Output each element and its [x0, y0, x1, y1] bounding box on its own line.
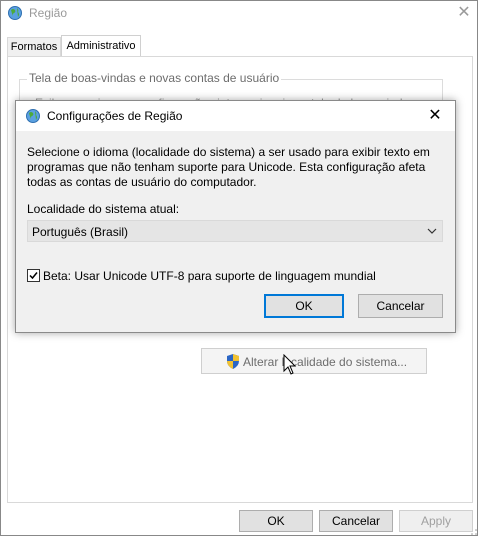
dialog-ok-button[interactable]: OK [264, 294, 344, 318]
dialog-cancel-button[interactable]: Cancelar [358, 294, 443, 318]
ok-button[interactable]: OK [239, 510, 313, 532]
message-line: programas que não tenham suporte para Un… [27, 160, 426, 174]
apply-button[interactable]: Apply [399, 510, 473, 532]
selected-locale-value: Português (Brasil) [32, 225, 129, 239]
mouse-cursor-icon [283, 354, 297, 375]
group-legend: Tela de boas-vindas e novas contas de us… [27, 71, 282, 85]
close-icon: ✕ [457, 4, 471, 21]
dialog-close-button[interactable]: ✕ [422, 105, 448, 127]
dialog-title-bar: Configurações de Região ✕ [16, 101, 455, 131]
cancel-button[interactable]: Cancelar [319, 510, 393, 532]
dialog-body: Selecione o idioma (localidade do sistem… [16, 131, 455, 332]
checkmark-icon [29, 272, 38, 280]
change-system-locale-button[interactable]: Alterar localidade do sistema... [201, 348, 427, 374]
dialog-message: Selecione o idioma (localidade do sistem… [27, 145, 447, 190]
tab-formatos[interactable]: Formatos [7, 37, 61, 56]
uac-shield-icon [227, 354, 239, 369]
dialog-title: Configurações de Região [47, 109, 183, 123]
globe-icon [26, 109, 40, 123]
close-button[interactable]: ✕ [453, 2, 475, 24]
resize-grip-icon[interactable] [469, 527, 477, 535]
beta-utf8-label[interactable]: Beta: Usar Unicode UTF-8 para suporte de… [43, 269, 376, 283]
title-bar: Região ✕ [1, 1, 477, 27]
globe-icon [8, 6, 22, 20]
change-system-locale-label: Alterar localidade do sistema... [243, 355, 408, 369]
chevron-down-icon [427, 228, 437, 234]
window-title: Região [29, 6, 68, 20]
system-locale-dropdown[interactable]: Português (Brasil) [27, 220, 443, 242]
beta-utf8-checkbox[interactable] [27, 269, 40, 282]
close-icon: ✕ [428, 107, 442, 124]
tab-administrativo[interactable]: Administrativo [61, 35, 141, 57]
current-locale-label: Localidade do sistema atual: [27, 202, 180, 216]
message-line: todas as contas de usuário do computador… [27, 175, 257, 189]
region-settings-dialog: Configurações de Região ✕ Selecione o id… [15, 100, 456, 333]
message-line: Selecione o idioma (localidade do sistem… [27, 145, 430, 159]
